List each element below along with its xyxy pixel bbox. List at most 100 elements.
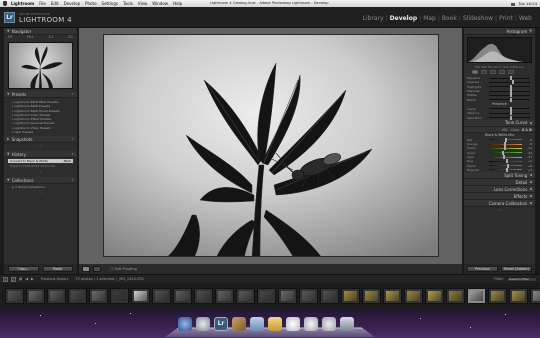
soft-proofing-checkbox[interactable]: □ Soft Proofing [110,267,137,271]
filmstrip-thumbnail[interactable] [362,288,381,304]
history-step[interactable]: Import (13/01/2012 11:03:30) [8,164,73,168]
filmstrip-thumbnail[interactable] [299,288,318,304]
filmstrip-thumbnail[interactable] [89,288,108,304]
effects-header[interactable]: Effects ◀ [464,193,535,201]
filmstrip-source[interactable]: Previous Import [41,277,69,281]
module-print[interactable]: Print [497,15,515,22]
tone-curve-header[interactable]: Tone Curve ◀ [464,119,535,127]
collections-header[interactable]: ▼ Collections + [4,177,77,185]
page-2-icon[interactable]: 2 [11,276,16,282]
trash-icon[interactable] [340,317,354,331]
filmstrip-thumbnail[interactable] [173,288,192,304]
loupe-view-button[interactable] [82,266,90,272]
clock[interactable]: Tue 16:24 [518,1,537,6]
slider-track[interactable] [489,84,530,89]
slider-track[interactable] [489,163,522,168]
menu-edit[interactable]: Edit [51,1,59,6]
add-collection-icon[interactable]: + [71,178,74,182]
zoom-1-1[interactable]: 1:1 [48,35,53,40]
menu-tools[interactable]: Tools [123,1,133,6]
module-develop[interactable]: Develop [388,15,420,22]
module-map[interactable]: Map [421,15,438,22]
slider-track[interactable] [489,159,522,164]
slider-track[interactable] [489,137,522,142]
slider-track[interactable] [489,155,522,159]
module-slideshow[interactable]: Slideshow [461,15,495,22]
filmstrip-thumbnail[interactable] [236,288,255,304]
lens-corrections-header[interactable]: Lens Corrections ◀ [464,186,535,194]
photo-app-icon[interactable] [232,317,246,331]
adjustment-brush-icon[interactable] [508,70,514,74]
slider-track[interactable] [489,115,530,120]
slider-track[interactable] [489,106,530,111]
filmstrip-thumbnail[interactable] [110,288,129,304]
reset-button[interactable]: Reset (Adobe) [501,266,532,272]
graduated-filter-icon[interactable] [499,70,505,74]
histogram[interactable] [467,37,532,63]
slider-track[interactable] [489,97,530,102]
paste-button[interactable]: Paste [42,266,73,272]
right-panel-toggle[interactable] [535,28,540,264]
menu-settings[interactable]: Settings [102,1,118,6]
slider-track[interactable] [489,89,530,94]
filmstrip-thumbnail[interactable] [488,288,507,304]
tab-color[interactable]: Color [511,127,519,132]
slider-track[interactable] [489,111,530,116]
filmstrip-thumbnail[interactable] [383,288,402,304]
disc-icon[interactable] [322,317,336,331]
filmstrip-thumbnail[interactable] [320,288,339,304]
slider-track[interactable] [489,167,522,172]
before-after-button[interactable] [93,266,101,272]
slider-knob[interactable] [503,146,506,151]
main-photo[interactable] [103,34,439,257]
slider-track[interactable] [489,93,530,98]
histogram-header[interactable]: Histogram ▼ [464,28,535,35]
filmstrip-thumbnail[interactable] [26,288,45,304]
previous-button[interactable]: Previous [467,266,498,272]
menu-view[interactable]: View [138,1,148,6]
image-canvas[interactable] [79,28,462,264]
menu-develop[interactable]: Develop [64,1,80,6]
clear-history-icon[interactable]: × [71,152,74,156]
menu-app[interactable]: Lightroom [11,1,34,6]
navigator-preview[interactable] [8,42,73,89]
module-library[interactable]: Library [361,15,386,22]
slider-knob[interactable] [509,97,512,102]
slider-track[interactable] [489,142,522,147]
finder-icon[interactable] [178,317,192,331]
add-preset-icon[interactable]: + [71,92,74,96]
filmstrip-thumbnail[interactable] [278,288,297,304]
system-preferences-icon[interactable] [196,317,210,331]
add-snapshot-icon[interactable]: + [71,137,74,141]
filmstrip-thumbnail[interactable] [509,288,528,304]
forward-arrow-icon[interactable]: ▶ [31,277,34,281]
disc-icon[interactable] [286,317,300,331]
module-web[interactable]: Web [517,15,534,22]
filmstrip-thumbnail[interactable] [404,288,423,304]
zoom-fill[interactable]: FILL [27,35,34,40]
documents-folder-icon[interactable] [250,317,264,331]
tab-bw[interactable]: B & W [522,127,532,132]
red-eye-icon[interactable] [490,70,496,74]
filmstrip-thumbnail[interactable] [152,288,171,304]
zoom-3-1[interactable]: 3:1 [68,35,73,40]
apple-menu-icon[interactable] [3,1,7,6]
tab-hsl[interactable]: HSL [502,127,508,132]
menu-help[interactable]: Help [173,1,182,6]
slider-track[interactable] [489,150,522,155]
filmstrip-thumbnail[interactable] [215,288,234,304]
menu-photo[interactable]: Photo [85,1,96,6]
menu-file[interactable]: File [39,1,46,6]
filmstrip-thumbnail[interactable] [257,288,276,304]
split-toning-header[interactable]: Split Toning ◀ [464,172,535,180]
slider-knob[interactable] [502,155,505,159]
spot-removal-icon[interactable] [481,70,487,74]
preset-folder[interactable]: User Presets [12,130,74,134]
filmstrip-thumbnail[interactable] [467,288,486,304]
module-book[interactable]: Book [440,15,459,22]
lightroom-dock-icon[interactable]: Lr [214,317,228,331]
menu-window[interactable]: Window [152,1,168,6]
slider-track[interactable] [489,80,530,85]
history-header[interactable]: ▼ History × [4,151,77,159]
filmstrip-thumbnail[interactable] [47,288,66,304]
